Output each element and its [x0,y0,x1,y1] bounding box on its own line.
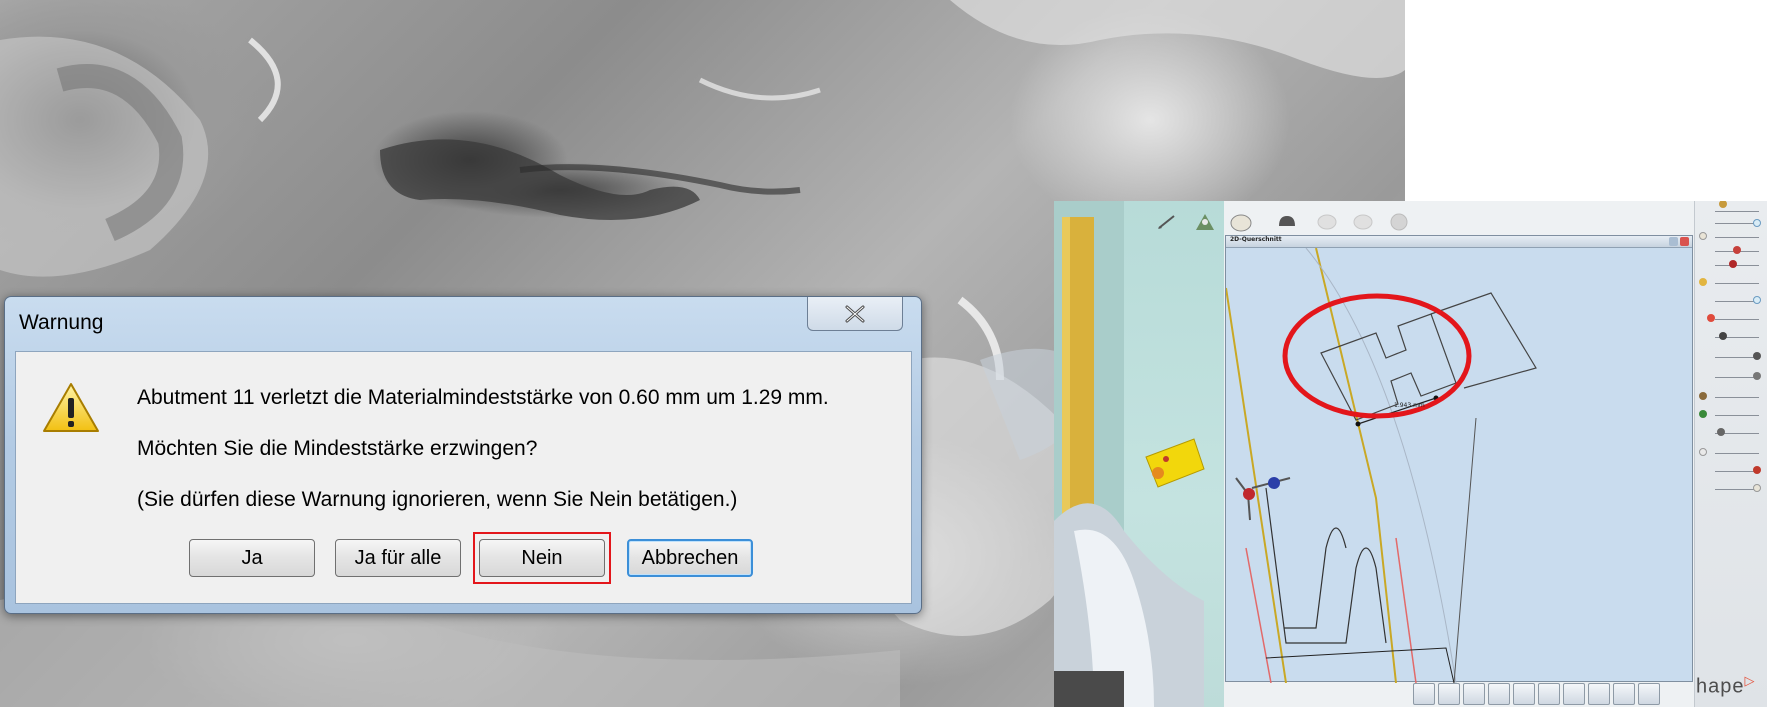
abutment-3d-model [1054,201,1205,707]
minimize-icon[interactable] [1669,237,1678,246]
slider-handle[interactable] [1699,448,1707,456]
preparation-icon[interactable] [1192,210,1218,234]
slider-handle[interactable] [1753,466,1761,474]
save-icon[interactable] [1563,683,1585,705]
cad-workflow-toolbar [1154,207,1514,237]
yes-button[interactable]: Ja [189,539,315,577]
tooth-icon[interactable] [1314,210,1340,234]
cross-section-panel: 2D-Querschnitt 1.943 mm [1225,235,1693,683]
slider-handle[interactable] [1717,428,1725,436]
slider-handle[interactable] [1699,392,1707,400]
screenshot-composite: Warnung Abutment 11 verletzt die Materia [0,0,1767,707]
warning-message: Abutment 11 verletzt die Materialmindest… [137,386,829,409]
cad-bottom-toolbar [1409,681,1694,707]
sphere-icon[interactable] [1386,210,1412,234]
dialog-body: Abutment 11 verletzt die Materialmindest… [15,351,912,604]
brand-mark-icon: ▷ [1744,673,1756,688]
view-top-icon[interactable] [1463,683,1485,705]
eraser-icon[interactable] [1413,683,1435,705]
slider-handle[interactable] [1729,260,1737,268]
slider-handle[interactable] [1753,296,1761,304]
warning-hint: (Sie dürfen diese Warnung ignorieren, we… [137,488,738,511]
grid-icon[interactable] [1638,683,1660,705]
slider-handle[interactable] [1699,278,1707,286]
slider-handle[interactable] [1707,314,1715,322]
view-front-icon[interactable] [1438,683,1460,705]
close-icon[interactable] [1680,237,1689,246]
close-icon [845,305,865,322]
slider-handle[interactable] [1719,201,1727,208]
tool-icon[interactable] [1588,683,1610,705]
brand-text: hape [1696,675,1745,698]
thickness-measurement: 1.943 mm [1394,402,1425,409]
view-right-icon[interactable] [1538,683,1560,705]
dialog-title: Warnung [19,311,104,334]
abutment-icon[interactable] [1274,210,1300,234]
warning-dialog: Warnung Abutment 11 verletzt die Materia [4,296,922,614]
slider-handle[interactable] [1699,410,1707,418]
cross-section-drawing [1226,248,1537,683]
slider-handle[interactable] [1733,246,1741,254]
slider-handle[interactable] [1753,352,1761,360]
warning-question: Möchten Sie die Mindeststärke erzwingen? [137,437,538,460]
warning-triangle-icon [43,383,99,432]
slider-handle[interactable] [1753,219,1761,227]
cancel-button[interactable]: Abbrechen [627,539,753,577]
cad-3d-viewport[interactable] [1054,201,1224,707]
cad-application-window: 2D-Querschnitt 1.943 mm hape▷ [1054,201,1767,707]
right-tool-panel [1694,201,1767,707]
cross-section-title: 2D-Querschnitt [1230,236,1282,243]
slider-handle[interactable] [1719,332,1727,340]
move-gizmo-icon[interactable] [1226,468,1296,528]
dialog-close-button[interactable] [807,297,903,331]
no-button[interactable]: Nein [479,539,605,577]
slider-handle[interactable] [1699,232,1707,240]
crown-icon[interactable] [1228,210,1254,234]
yes-to-all-button[interactable]: Ja für alle [335,539,461,577]
slider-handle[interactable] [1753,372,1761,380]
magnify-icon[interactable] [1613,683,1635,705]
person-icon[interactable] [1488,683,1510,705]
tooth-icon[interactable] [1350,210,1376,234]
cross-section-title-bar: 2D-Querschnitt [1226,236,1692,248]
view-left-icon[interactable] [1513,683,1535,705]
pen-icon[interactable] [1154,210,1180,234]
slider-handle[interactable] [1753,484,1761,492]
brand-logo-text: hape▷ [1696,673,1756,699]
